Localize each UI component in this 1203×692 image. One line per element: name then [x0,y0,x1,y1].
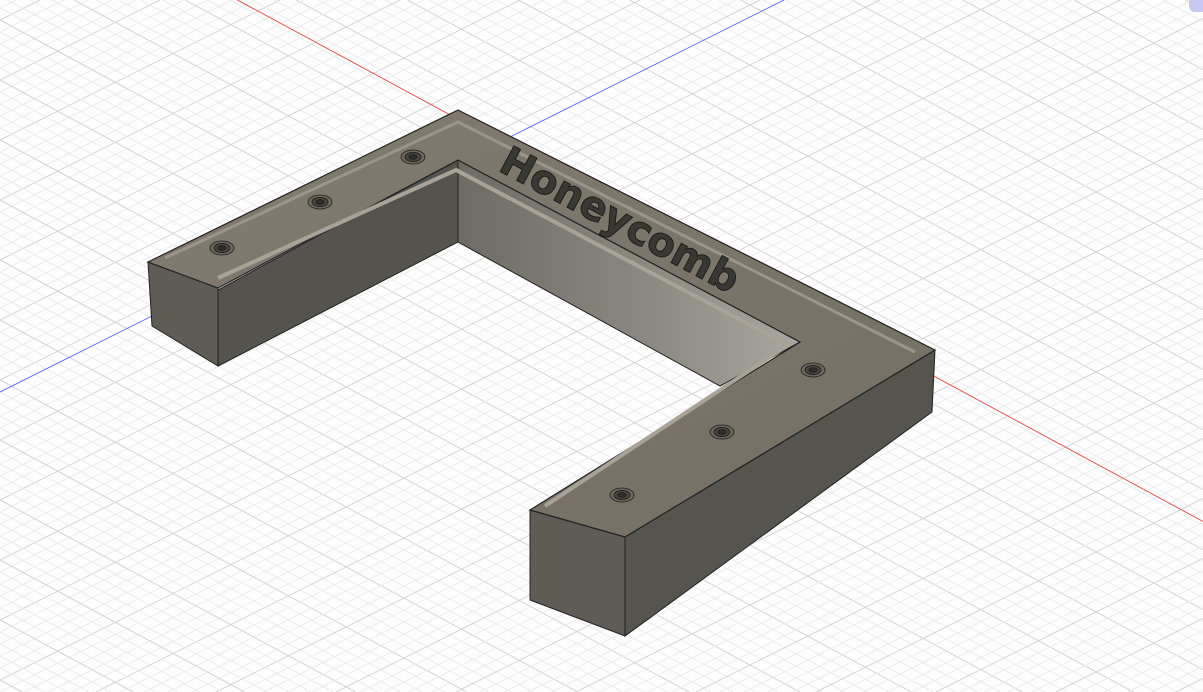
countersunk-hole [217,245,227,251]
cad-viewport[interactable]: Honeycomb [0,0,1203,692]
countersunk-hole [808,367,818,373]
countersunk-hole [315,199,325,205]
view-cube-fragment[interactable] [1189,0,1203,12]
countersunk-hole [408,154,418,160]
part-model[interactable]: Honeycomb [0,0,1203,692]
countersunk-hole [617,492,627,498]
countersunk-hole [717,429,727,435]
